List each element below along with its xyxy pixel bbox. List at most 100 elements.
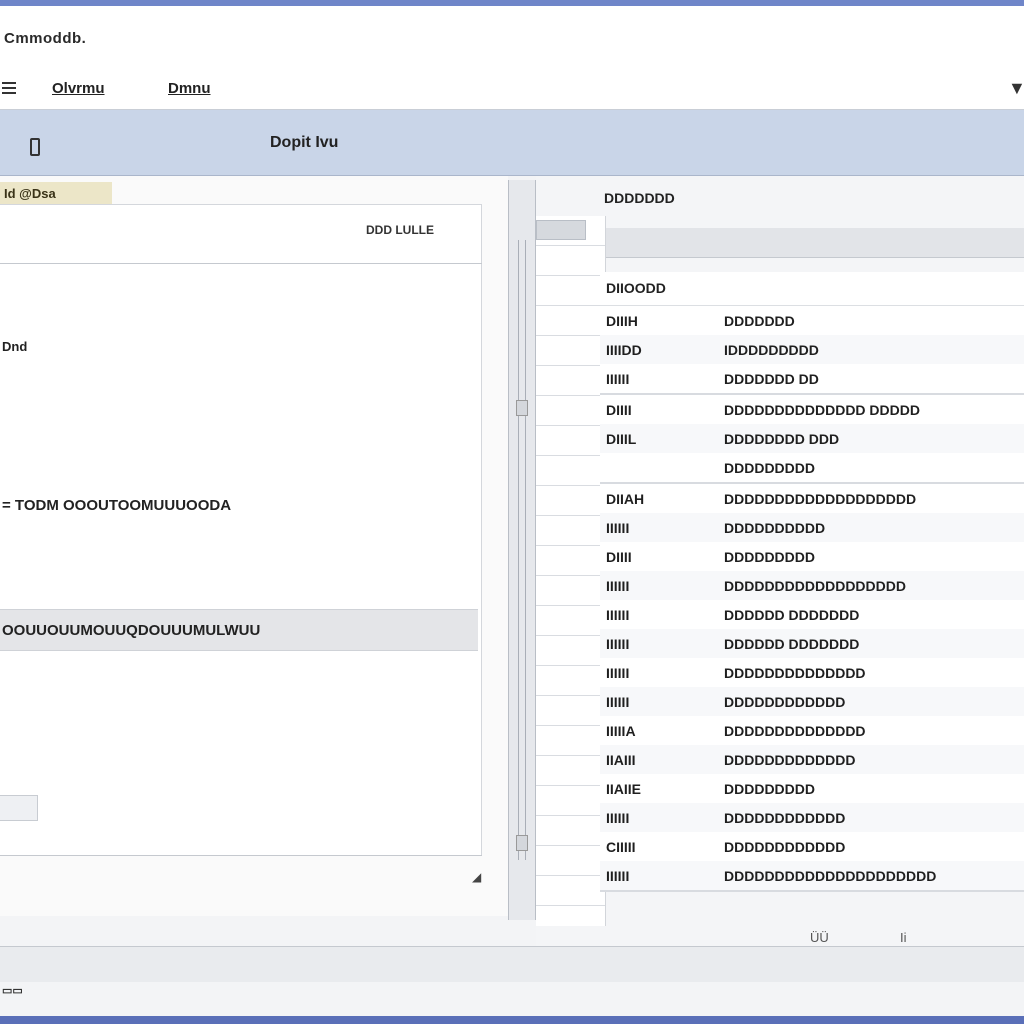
property-row[interactable]: IIIIII DDDDDDDDDDDDDDDDDD	[600, 571, 1024, 600]
property-value: DDDDDDDDDDDDDD DDDDD	[724, 401, 920, 418]
document-icon[interactable]	[30, 138, 40, 156]
property-value: DDDDDDDDDDDD	[724, 693, 846, 710]
card-section-header[interactable]: OOUUOUUMOUUQDOUUUMULWUU	[0, 609, 478, 651]
right-pane-title: DDDDDDD	[604, 190, 675, 206]
property-row[interactable]: IIIIII DDDDDDD DD	[600, 364, 1024, 393]
property-row[interactable]: DIIIH DDDDDDD	[600, 306, 1024, 335]
property-row[interactable]: IIIIII DDDDDDDDDD	[600, 513, 1024, 542]
card-small-input[interactable]	[0, 795, 38, 821]
left-pane-header[interactable]: Id @Dsa	[0, 182, 112, 206]
property-row[interactable]: CIIIII DDDDDDDDDDDD	[600, 832, 1024, 861]
property-value: DDDDDDDDDDDD	[724, 838, 846, 855]
property-value: DDDDDDD DD	[724, 370, 819, 387]
menu-item-1[interactable]: Olvrmu	[52, 80, 105, 97]
splitter-handle-upper[interactable]	[516, 400, 528, 416]
property-row[interactable]: IIIIII DDDDDDDDDDDD	[600, 803, 1024, 832]
screen: Cmmoddb. Olvrmu Dmnu ▼ Dopit Ivu Id @Dsa…	[0, 0, 1024, 1024]
property-key: DIIIL	[606, 430, 637, 447]
status-middle-text: ÜÜ	[810, 930, 829, 945]
property-value: DDDDDD DDDDDDD	[724, 606, 860, 623]
app-title: Cmmoddb.	[4, 30, 87, 47]
property-table: DIIOODD DIIIH DDDDDDD IIIIDD IDDDDDDDDD IIII…	[600, 272, 1024, 892]
property-row[interactable]: DIIIL DDDDDDDD DDD	[600, 424, 1024, 453]
right-row-gutter	[536, 216, 606, 926]
property-row[interactable]: IIIIII DDDDDD DDDDDDD	[600, 629, 1024, 658]
card-long-label: = TODM OOOUTOOMUUUOODA	[2, 497, 232, 514]
property-value: DDDDDDDDD	[724, 780, 815, 797]
bottom-accent-strip	[0, 1016, 1024, 1024]
property-key: IIIIII	[606, 693, 630, 710]
card-divider	[0, 263, 482, 264]
status-left-indicator: ▭▭	[2, 985, 23, 997]
property-key: DIIIH	[606, 312, 638, 329]
card-short-label: Dnd	[2, 339, 28, 354]
property-row[interactable]: IIIIII DDDDDDDDDDDDDD	[600, 658, 1024, 687]
property-key: IIAIII	[606, 751, 636, 768]
card-bottom-divider	[0, 855, 482, 856]
status-middle-text-2: Ii	[900, 930, 907, 945]
property-table-head: DIIOODD	[600, 272, 1024, 306]
property-key: IIIIIA	[606, 722, 636, 739]
property-key: IIIIII	[606, 577, 630, 594]
left-pane: Id @Dsa DDD LULLE Dnd = TODM OOOUTOOMUUU…	[0, 176, 508, 916]
property-key: DIIII	[606, 548, 632, 565]
property-row[interactable]: DIIII DDDDDDDDDDDDDD DDDDD	[600, 395, 1024, 424]
property-key: IIIIII	[606, 867, 630, 884]
property-row[interactable]: IIAIII DDDDDDDDDDDDD	[600, 745, 1024, 774]
property-key: DIIAH	[606, 490, 645, 507]
splitter-handle-lower[interactable]	[516, 835, 528, 851]
card-top-right-label: DDD LULLE	[366, 223, 434, 237]
property-value: DDDDDDDDDDDDDD	[724, 722, 866, 739]
property-group: DIIIH DDDDDDD IIIIDD IDDDDDDDDD IIIIII DDDDDD…	[600, 306, 1024, 395]
pane-splitter[interactable]	[508, 180, 536, 920]
property-row[interactable]: IIIIIA DDDDDDDDDDDDDD	[600, 716, 1024, 745]
property-key: IIIIDD	[606, 341, 642, 358]
property-key: IIIIII	[606, 809, 630, 826]
property-value: DDDDDDDDD	[724, 459, 815, 476]
property-value: DDDDDDDDDDDDDDDDDDD	[724, 490, 917, 507]
property-key: IIAIIE	[606, 780, 642, 797]
property-value: DDDDDD DDDDDDD	[724, 635, 860, 652]
right-pane: DDDDDDD DIIOODD DIIIH DDDDDDD IIIIDD IDDDDD…	[536, 176, 1024, 946]
property-value: DDDDDDDDDD	[724, 519, 826, 536]
window-dropdown-icon[interactable]: ▼	[1008, 78, 1024, 99]
menu-item-2[interactable]: Dmnu	[168, 80, 211, 97]
property-value: DDDDDDDD DDD	[724, 430, 840, 447]
right-pane-tab[interactable]	[536, 220, 586, 240]
property-key: IIIIII	[606, 519, 630, 536]
property-key: IIIIII	[606, 664, 630, 681]
property-row[interactable]: IIIIII DDDDDDDDDDDD	[600, 687, 1024, 716]
property-key: IIIIII	[606, 370, 630, 387]
splitter-track	[518, 240, 526, 860]
hamburger-menu-icon[interactable]	[2, 82, 16, 94]
property-row[interactable]: DIIAH DDDDDDDDDDDDDDDDDDD	[600, 484, 1024, 513]
right-header-bar	[606, 228, 1024, 258]
property-row[interactable]: IIAIIE DDDDDDDDD	[600, 774, 1024, 803]
toolbar: Dopit Ivu	[0, 110, 1024, 176]
property-row[interactable]: DDDDDDDDD	[600, 453, 1024, 482]
property-row[interactable]: DIIII DDDDDDDDD	[600, 542, 1024, 571]
property-row[interactable]: IIIIDD IDDDDDDDDD	[600, 335, 1024, 364]
property-value: DDDDDDD	[724, 312, 795, 329]
property-key: IIIIII	[606, 635, 630, 652]
toolbar-title: Dopit Ivu	[270, 134, 339, 151]
property-key: DIIII	[606, 401, 632, 418]
property-value: DDDDDDDDDDDDD	[724, 751, 856, 768]
menu-bar: Olvrmu Dmnu ▼	[0, 68, 1024, 110]
property-value: DDDDDDDDDDDDDD	[724, 664, 866, 681]
property-key: CIIIII	[606, 838, 636, 855]
resize-grip-icon[interactable]: ◢	[472, 870, 486, 884]
left-content-card: DDD LULLE Dnd = TODM OOOUTOOMUUUOODA OOU…	[0, 204, 482, 856]
property-value: DDDDDDDDDDDD	[724, 809, 846, 826]
property-row[interactable]: IIIIII DDDDDDDDDDDDDDDDDDDDD	[600, 861, 1024, 890]
property-value: DDDDDDDDDDDDDDDDDD	[724, 577, 906, 594]
title-bar: Cmmoddb.	[0, 6, 1024, 68]
property-row[interactable]: IIIIII DDDDDD DDDDDDD	[600, 600, 1024, 629]
property-value: DDDDDDDDDDDDDDDDDDDDD	[724, 867, 937, 884]
property-value: IDDDDDDDDD	[724, 341, 819, 358]
property-value: DDDDDDDDD	[724, 548, 815, 565]
property-group: DIIII DDDDDDDDDDDDDD DDDDD DIIIL DDDDDDDD D…	[600, 395, 1024, 484]
property-key: IIIIII	[606, 606, 630, 623]
property-group: DIIAH DDDDDDDDDDDDDDDDDDD IIIIII DDDDDDDDDD…	[600, 484, 1024, 892]
status-bar	[0, 946, 1024, 982]
